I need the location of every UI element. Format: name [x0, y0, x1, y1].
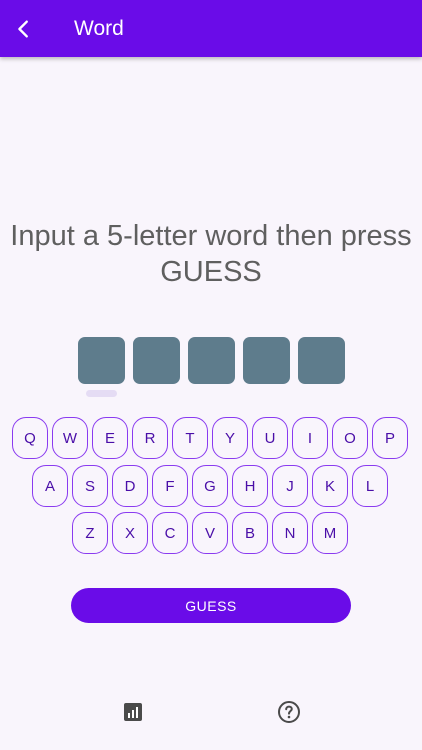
stats-icon	[124, 703, 142, 721]
key-a[interactable]: A	[32, 465, 68, 507]
letter-tile	[188, 337, 235, 384]
key-e[interactable]: E	[92, 417, 128, 459]
key-k[interactable]: K	[312, 465, 348, 507]
chevron-left-icon	[18, 20, 28, 38]
key-n[interactable]: N	[272, 512, 308, 554]
key-d[interactable]: D	[112, 465, 148, 507]
help-icon	[278, 701, 300, 723]
key-l[interactable]: L	[352, 465, 388, 507]
key-h[interactable]: H	[232, 465, 268, 507]
key-q[interactable]: Q	[12, 417, 48, 459]
key-p[interactable]: P	[372, 417, 408, 459]
key-g[interactable]: G	[192, 465, 228, 507]
key-c[interactable]: C	[152, 512, 188, 554]
keyboard-row-1: Q W E R T Y U I O P	[12, 417, 408, 459]
key-v[interactable]: V	[192, 512, 228, 554]
key-b[interactable]: B	[232, 512, 268, 554]
letter-tile	[243, 337, 290, 384]
letter-tiles	[78, 337, 345, 384]
keyboard-row-3: Z X C V B N M	[72, 512, 348, 554]
key-u[interactable]: U	[252, 417, 288, 459]
key-t[interactable]: T	[172, 417, 208, 459]
instruction-text: Input a 5-letter word then press GUESS	[10, 220, 412, 288]
key-s[interactable]: S	[72, 465, 108, 507]
key-z[interactable]: Z	[72, 512, 108, 554]
key-x[interactable]: X	[112, 512, 148, 554]
key-m[interactable]: M	[312, 512, 348, 554]
key-j[interactable]: J	[272, 465, 308, 507]
active-tile-indicator	[86, 390, 117, 397]
back-button[interactable]	[10, 15, 38, 43]
letter-tile	[298, 337, 345, 384]
key-r[interactable]: R	[132, 417, 168, 459]
app-bar: Word	[0, 0, 422, 57]
letter-tile	[133, 337, 180, 384]
guess-button[interactable]: GUESS	[71, 588, 351, 623]
stats-button[interactable]	[121, 700, 145, 724]
page-title: Word	[74, 17, 124, 40]
key-w[interactable]: W	[52, 417, 88, 459]
key-o[interactable]: O	[332, 417, 368, 459]
key-i[interactable]: I	[292, 417, 328, 459]
key-y[interactable]: Y	[212, 417, 248, 459]
keyboard-row-2: A S D F G H J K L	[32, 465, 388, 507]
key-f[interactable]: F	[152, 465, 188, 507]
help-button[interactable]	[277, 700, 301, 724]
letter-tile	[78, 337, 125, 384]
